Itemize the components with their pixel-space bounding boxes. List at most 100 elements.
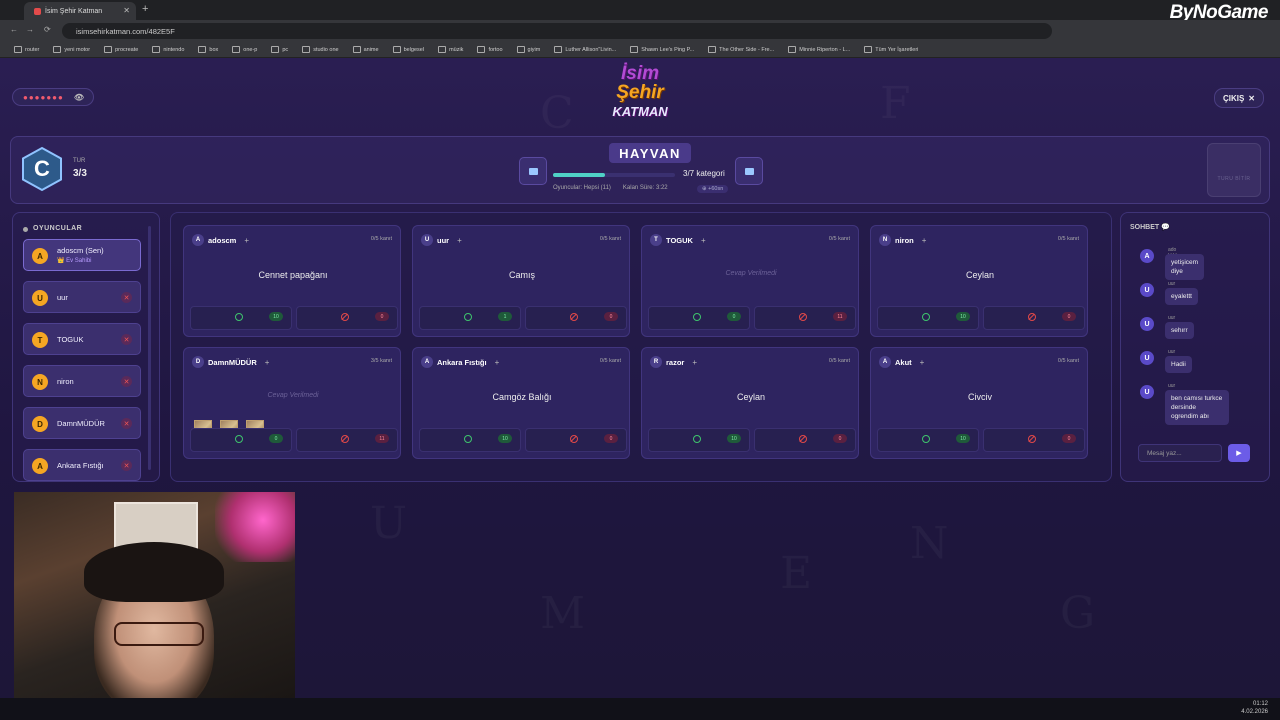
answer-text: Ceylan (965, 270, 994, 280)
answer-player: niron + (895, 236, 926, 245)
folder-icon (516, 46, 525, 53)
bookmark-label: router (25, 46, 40, 53)
close-tab-icon[interactable]: ✕ (123, 6, 130, 15)
bookmark-item[interactable]: router (14, 46, 39, 53)
answer-card: T TOGUK +0/5 kanıt Cevap Verilmedi 0 11 (641, 225, 859, 337)
check-icon (235, 435, 243, 443)
bookmark-item[interactable]: yeni motor (53, 46, 90, 53)
tab-title: İsim Şehir Katman (45, 7, 103, 15)
player-item[interactable]: D DamnMÜDÜR ✕ (23, 407, 141, 439)
bookmark-item[interactable]: The Other Side - Fre... (708, 46, 774, 53)
os-taskbar (0, 698, 1280, 720)
kick-player-icon[interactable]: ✕ (121, 376, 132, 387)
reject-button[interactable]: 11 (754, 306, 856, 330)
chat-title-text: SOHBET (1130, 224, 1160, 231)
approve-button[interactable]: 1 (419, 306, 521, 330)
bookmark-item[interactable]: giyim (516, 46, 540, 53)
forward-icon[interactable]: → (26, 25, 34, 34)
category-progress-fill (553, 173, 606, 177)
clock-time: 01:12 (1252, 701, 1268, 707)
reject-button[interactable]: 11 (296, 428, 398, 452)
plus-icon[interactable]: + (692, 358, 697, 367)
chat-text: eyalettt (1165, 288, 1198, 305)
next-category-button[interactable] (735, 157, 763, 185)
plus-icon[interactable]: + (244, 236, 249, 245)
bookmark-item[interactable]: belgesel (392, 46, 424, 53)
prev-category-button[interactable] (519, 157, 547, 185)
chat-author: uur (1168, 383, 1176, 389)
chat-avatar: U (1140, 283, 1154, 297)
bookmark-item[interactable]: nintendo (152, 46, 184, 53)
answer-player: TOGUK + (666, 236, 706, 245)
kick-player-icon[interactable]: ✕ (121, 292, 132, 303)
vote-count: 0/5 kanıt (828, 236, 850, 242)
kick-player-icon[interactable]: ✕ (121, 418, 132, 429)
send-button[interactable]: ▶ (1228, 444, 1250, 462)
player-avatar: U (32, 290, 48, 306)
favicon-icon (34, 7, 41, 15)
plus-icon[interactable]: + (701, 236, 706, 245)
bookmark-item[interactable]: one-p (232, 46, 257, 53)
approve-button[interactable]: 0 (190, 428, 292, 452)
approve-button[interactable]: 10 (190, 306, 292, 330)
arrow-right-icon (744, 167, 754, 175)
bookmark-item[interactable]: Tüm Yer İşaretleri (864, 46, 918, 53)
plus-icon[interactable]: + (495, 358, 500, 367)
plus-icon[interactable]: + (922, 236, 927, 245)
player-item[interactable]: Uuur ✕ (23, 281, 141, 313)
bookmark-item[interactable]: box (198, 46, 218, 53)
new-tab-icon[interactable]: + (142, 3, 148, 15)
player-item[interactable]: Aadoscm (Sen) 👑 Ev Sahibi (23, 239, 141, 271)
url-bar[interactable]: isimsehirkatman.com/482E5F (62, 23, 1052, 39)
finish-round-button[interactable]: TURU BİTİR (1207, 143, 1261, 197)
exit-button[interactable]: ÇIKIŞ ✕ (1213, 88, 1264, 108)
logo-line-2: Şehir (616, 82, 664, 103)
reject-count: 0 (604, 434, 618, 443)
approve-button[interactable]: 10 (877, 428, 979, 452)
player-item[interactable]: Nniron ✕ (23, 365, 141, 397)
approve-button[interactable]: 10 (877, 306, 979, 330)
browser-tab[interactable]: İsim Şehir Katman ✕ (24, 2, 136, 20)
round-meta: Oyuncular: Hepsi (11) Kalan Süre: 3:22 (553, 185, 668, 191)
back-icon[interactable]: ← (10, 25, 18, 34)
bookmark-item[interactable]: fortoo (477, 46, 503, 53)
reject-button[interactable]: 0 (983, 428, 1085, 452)
chat-panel: SOHBET 💬 Aado kkkkyetişicem diyeUuureyal… (1120, 212, 1270, 482)
answer-card: D DamnMÜDÜR +3/5 kanıt Cevap Verilmedi 0 11 (183, 347, 401, 459)
ban-icon (570, 313, 578, 321)
reject-button[interactable]: 0 (525, 428, 627, 452)
chat-avatar: U (1140, 317, 1154, 331)
bookmark-item[interactable]: pc (271, 46, 288, 53)
bookmark-item[interactable]: Minnie Riperton - L... (788, 46, 850, 53)
plus-icon[interactable]: + (920, 358, 925, 367)
bookmark-item[interactable]: anime (352, 46, 379, 53)
reject-button[interactable]: 0 (525, 306, 627, 330)
check-icon (693, 313, 701, 321)
eye-icon[interactable]: 👁 (74, 93, 84, 102)
answer-text: Cennet papağanı (258, 270, 328, 280)
approve-button[interactable]: 10 (648, 428, 750, 452)
kick-player-icon[interactable]: ✕ (121, 334, 132, 345)
reject-button[interactable]: 0 (754, 428, 856, 452)
bookmark-item[interactable]: procreate (104, 46, 138, 53)
approve-button[interactable]: 0 (648, 306, 750, 330)
bookmark-label: Luther Allison"Livin... (565, 46, 617, 53)
bookmark-item[interactable]: Shawn Lee's Ping P... (630, 46, 694, 53)
approve-button[interactable]: 10 (419, 428, 521, 452)
plus-icon[interactable]: + (457, 236, 462, 245)
reject-button[interactable]: 0 (296, 306, 398, 330)
bonus-time-button[interactable]: ⊕ +60sn (697, 185, 729, 193)
reload-icon[interactable]: ⟳ (44, 25, 51, 34)
player-item[interactable]: T TOGUK ✕ (23, 323, 141, 355)
bookmark-item[interactable]: Luther Allison"Livin... (554, 46, 616, 53)
player-item[interactable]: A Ankara Fıstığı ✕ (23, 449, 141, 481)
kick-player-icon[interactable]: ✕ (121, 460, 132, 471)
players-scrollbar[interactable] (148, 226, 151, 470)
room-code-pill[interactable]: ●●●●●●● 👁 (12, 88, 94, 106)
bookmark-item[interactable]: studio one (302, 46, 339, 53)
bookmark-item[interactable]: müzik (438, 46, 463, 53)
plus-icon[interactable]: + (265, 358, 270, 367)
check-icon (464, 435, 472, 443)
chat-input[interactable]: Mesaj yaz... (1138, 444, 1222, 462)
reject-button[interactable]: 0 (983, 306, 1085, 330)
